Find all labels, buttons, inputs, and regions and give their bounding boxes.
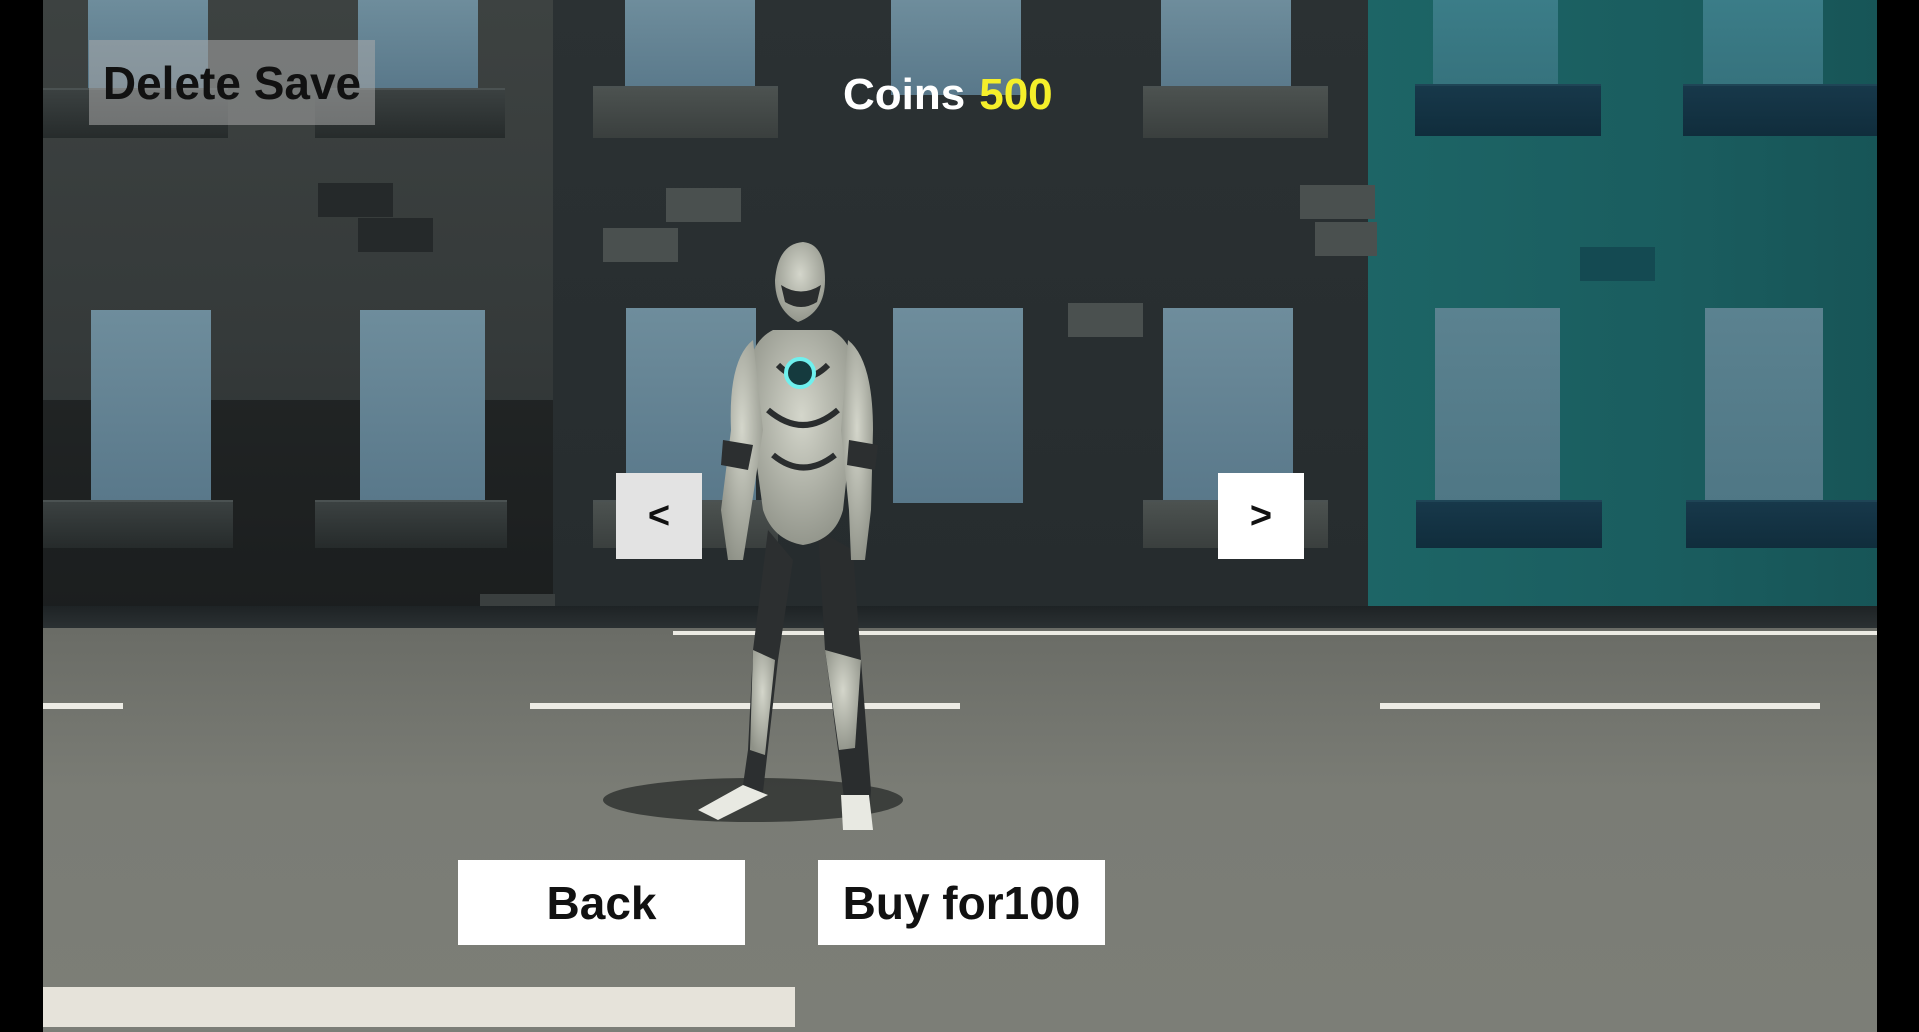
character-head (775, 242, 825, 322)
window (625, 0, 755, 95)
coins-label: Coins (843, 70, 966, 119)
wall-brick (1068, 303, 1143, 337)
road (43, 628, 1877, 1032)
wall-brick (666, 188, 741, 222)
window (91, 310, 211, 502)
character-leg-left (698, 530, 793, 818)
wall-brick (1580, 247, 1655, 281)
window-sill (1416, 500, 1602, 548)
window (1435, 308, 1560, 503)
window-sill (1686, 500, 1877, 548)
game-viewport: Delete Save Coins 500 < > Back Buy for100 (43, 0, 1877, 1032)
coins-counter: Coins 500 (843, 70, 1053, 120)
window-sill (1143, 86, 1328, 138)
buy-button[interactable]: Buy for100 (818, 860, 1105, 945)
back-button[interactable]: Back (458, 860, 745, 945)
road-line (43, 703, 123, 709)
window (358, 0, 478, 90)
window-sill (1415, 84, 1601, 136)
road-line (1380, 703, 1820, 709)
window-sill (593, 86, 778, 138)
wall-brick (1300, 185, 1375, 219)
previous-character-button[interactable]: < (616, 473, 702, 559)
coins-value: 500 (979, 70, 1053, 119)
character-chest-emblem (784, 357, 816, 389)
window-sill (43, 500, 233, 548)
window (1703, 0, 1823, 90)
window-sill (1683, 84, 1877, 136)
progress-bar (43, 987, 1877, 1027)
window (1161, 0, 1291, 95)
wall-brick (318, 183, 393, 217)
wall-brick (358, 218, 433, 252)
progress-bar-fill (43, 987, 795, 1027)
window (1433, 0, 1558, 90)
window-sill (315, 500, 507, 548)
window (1705, 308, 1823, 503)
window (360, 310, 485, 502)
next-character-button[interactable]: > (1218, 473, 1304, 559)
delete-save-button[interactable]: Delete Save (89, 40, 375, 125)
wall-brick (1315, 222, 1377, 256)
